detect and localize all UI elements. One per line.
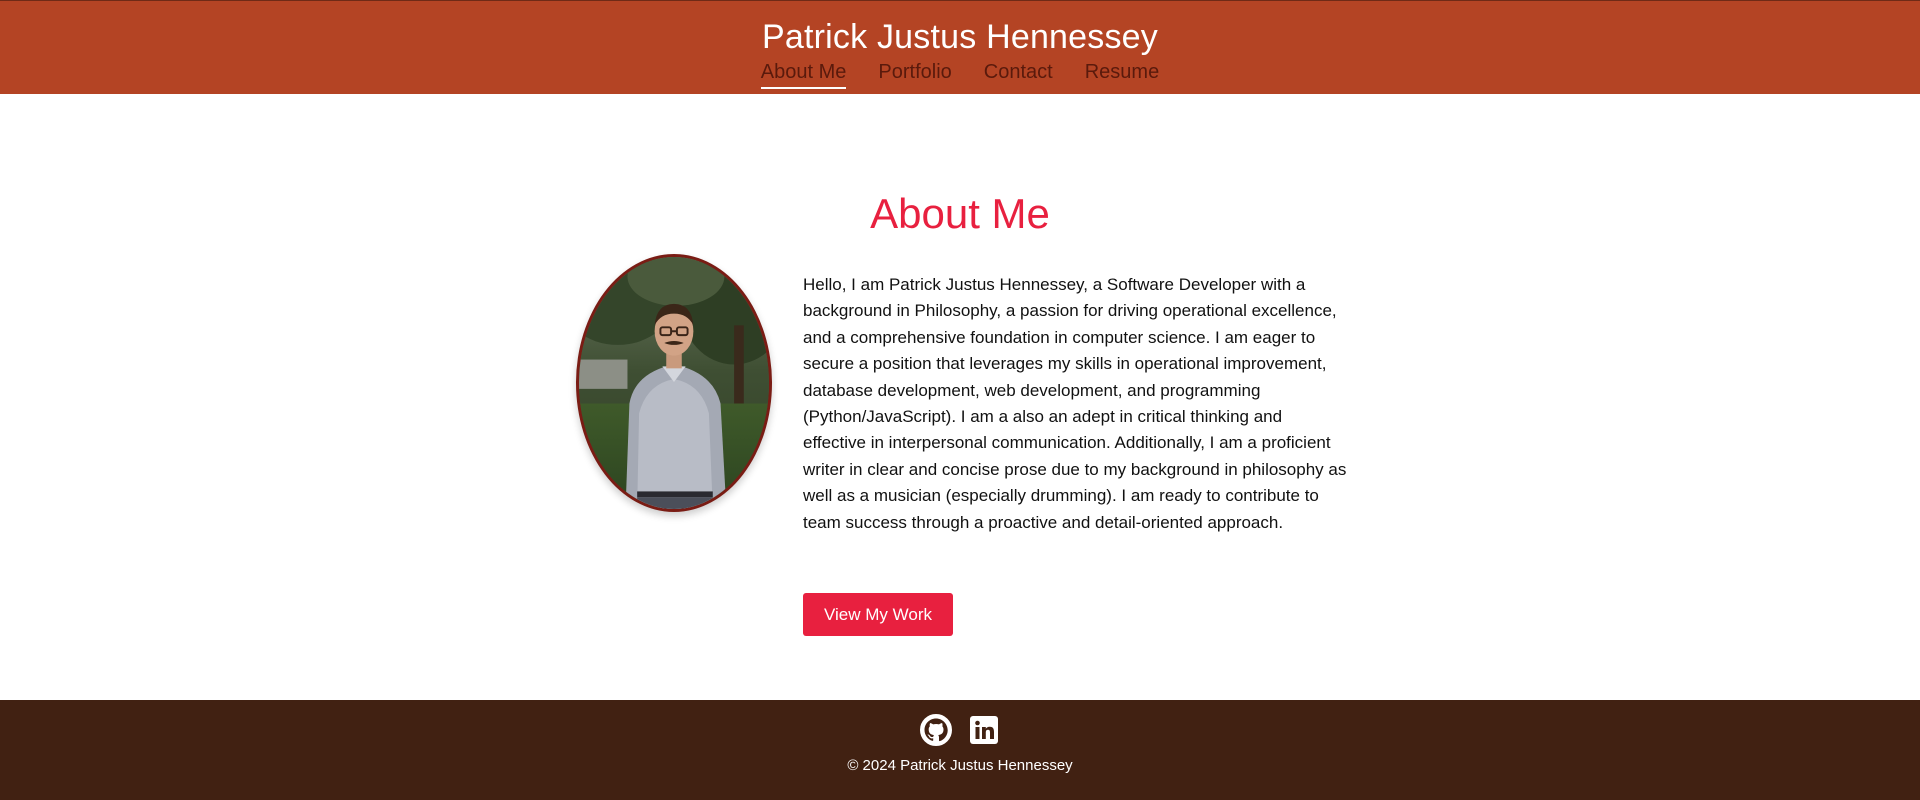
profile-photo-image (579, 257, 769, 509)
site-header: Patrick Justus Hennessey About Me Portfo… (0, 0, 1920, 94)
nav-link-contact[interactable]: Contact (984, 59, 1053, 89)
profile-photo (576, 254, 772, 512)
site-title: Patrick Justus Hennessey (762, 18, 1158, 56)
github-icon[interactable] (920, 714, 952, 746)
linkedin-icon[interactable] (968, 714, 1000, 746)
view-my-work-button[interactable]: View My Work (803, 593, 953, 636)
site-footer: © 2024 Patrick Justus Hennessey (0, 700, 1920, 800)
social-links (0, 700, 1920, 746)
about-heading: About Me (870, 190, 1050, 237)
bio-text: Hello, I am Patrick Justus Hennessey, a … (803, 275, 1347, 532)
nav-link-about-me[interactable]: About Me (760, 59, 847, 89)
nav-link-portfolio[interactable]: Portfolio (878, 59, 951, 89)
copyright-text: © 2024 Patrick Justus Hennessey (847, 757, 1073, 774)
main-nav: About Me Portfolio Contact Resume (0, 59, 1920, 89)
nav-link-resume[interactable]: Resume (1085, 59, 1159, 89)
